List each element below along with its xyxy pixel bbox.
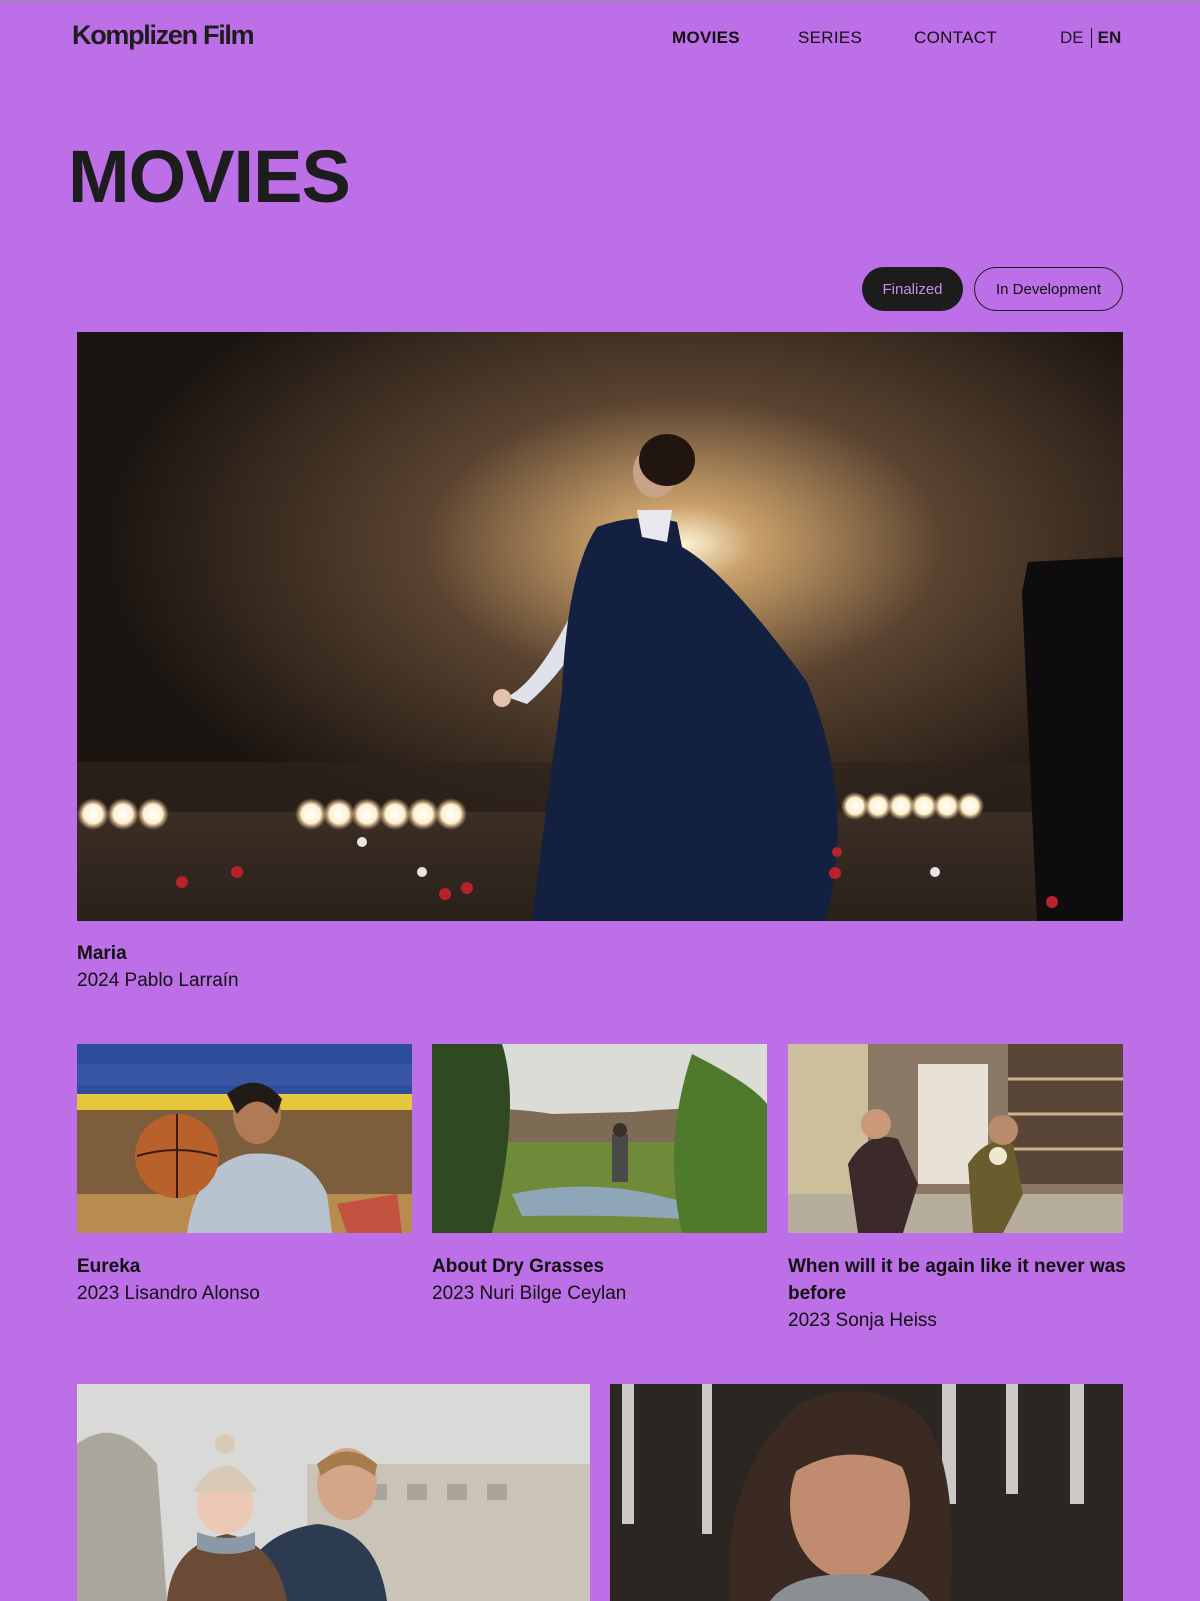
living-room-illustration	[788, 1044, 1123, 1233]
movie-meta-about-dry-grasses: 2023 Nuri Bilge Ceylan	[432, 1283, 627, 1304]
filter-finalized[interactable]: Finalized	[862, 267, 963, 311]
page-title: MOVIES	[68, 135, 351, 218]
basketball-player-illustration	[77, 1044, 412, 1233]
movie-image-girl-portrait[interactable]	[610, 1384, 1123, 1601]
movie-image-eureka[interactable]	[77, 1044, 412, 1233]
movie-meta-eureka: 2023 Lisandro Alonso	[77, 1283, 260, 1304]
nav-movies[interactable]: MOVIES	[672, 28, 740, 48]
lang-de[interactable]: DE	[1060, 28, 1084, 48]
landscape-stream-illustration	[432, 1044, 767, 1233]
movie-image-father-child[interactable]	[77, 1384, 590, 1601]
language-switcher: DE EN	[1060, 28, 1121, 48]
movie-title-about-dry-grasses[interactable]: About Dry Grasses	[432, 1253, 604, 1280]
nav-contact[interactable]: CONTACT	[914, 28, 997, 48]
movie-title-when-will-it-be-again-line2[interactable]: before	[788, 1280, 846, 1307]
movie-image-about-dry-grasses[interactable]	[432, 1044, 767, 1233]
lang-divider	[1090, 28, 1092, 48]
stage-scene-illustration	[77, 332, 1123, 921]
girl-portrait-illustration	[610, 1384, 1123, 1601]
top-border	[0, 0, 1200, 1]
movie-image-when-will-it-be-again[interactable]	[788, 1044, 1123, 1233]
movie-meta-when-will-it-be-again: 2023 Sonja Heiss	[788, 1310, 937, 1331]
movie-title-eureka[interactable]: Eureka	[77, 1253, 140, 1280]
featured-movie-image[interactable]	[77, 332, 1123, 921]
featured-movie-meta: 2024 Pablo Larraín	[77, 970, 239, 991]
father-child-illustration	[77, 1384, 590, 1601]
site-logo[interactable]: Komplizen Film	[72, 20, 255, 51]
lang-en[interactable]: EN	[1098, 28, 1122, 48]
featured-movie-title[interactable]: Maria	[77, 940, 127, 967]
filter-in-development[interactable]: In Development	[974, 267, 1123, 311]
nav-series[interactable]: SERIES	[798, 28, 862, 48]
movie-title-when-will-it-be-again-line1[interactable]: When will it be again like it never was	[788, 1253, 1126, 1280]
